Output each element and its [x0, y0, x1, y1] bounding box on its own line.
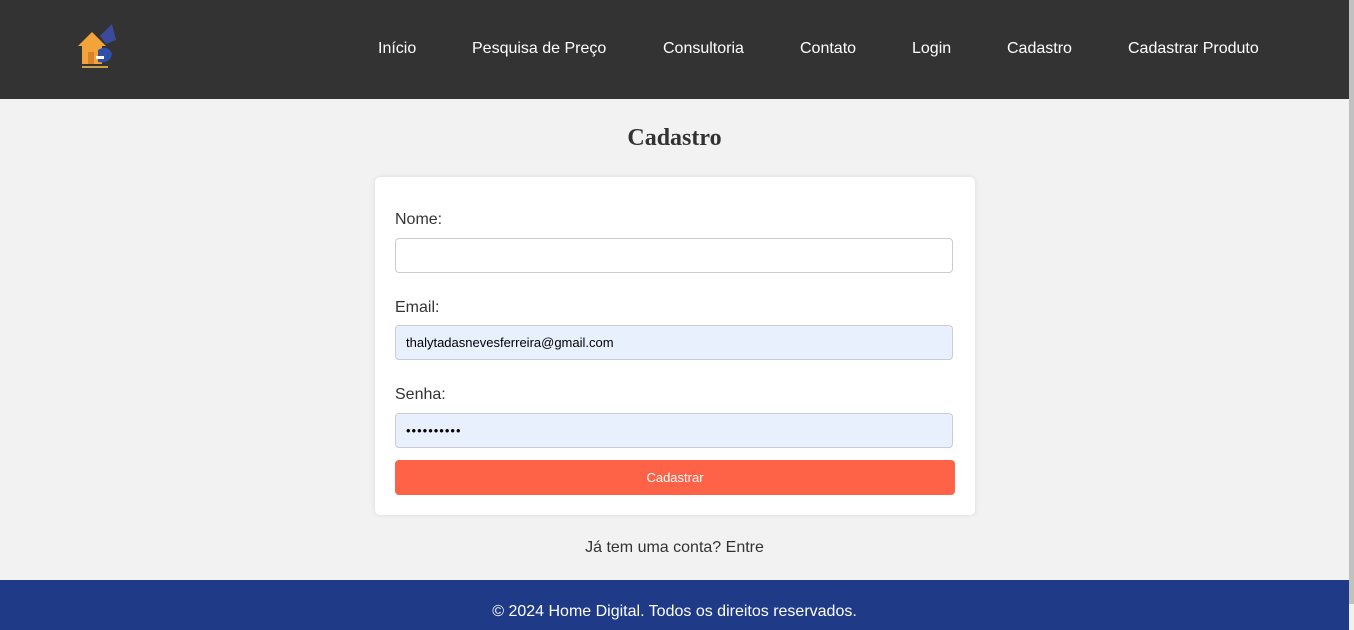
- footer: © 2024 Home Digital. Todos os direitos r…: [0, 580, 1349, 630]
- cadastrar-button[interactable]: Cadastrar: [395, 460, 955, 495]
- name-label: Nome:: [395, 211, 443, 228]
- footer-text: © 2024 Home Digital. Todos os direitos r…: [492, 603, 857, 620]
- nav-link-cadastrar-produto[interactable]: Cadastrar Produto: [1128, 39, 1259, 59]
- nav-link-inicio[interactable]: Início: [378, 39, 416, 59]
- scrollbar-thumb[interactable]: [1349, 0, 1354, 604]
- page-title: Cadastro: [627, 125, 722, 151]
- email-input[interactable]: [395, 325, 953, 360]
- login-link[interactable]: Entre: [726, 539, 764, 556]
- nav-link-pesquisa-de-preco[interactable]: Pesquisa de Preço: [472, 39, 606, 59]
- login-prompt-text: Já tem uma conta?: [585, 539, 722, 556]
- nav-link-login[interactable]: Login: [912, 39, 951, 59]
- password-label: Senha:: [395, 386, 446, 403]
- home-digital-logo[interactable]: [76, 22, 118, 70]
- signup-form: Nome: Email: Senha: Cadastrar: [375, 177, 975, 515]
- login-prompt: Já tem uma conta? Entre: [0, 538, 1349, 558]
- nav-link-cadastro[interactable]: Cadastro: [1007, 39, 1072, 59]
- navbar: Início Pesquisa de Preço Consultoria Con…: [0, 0, 1349, 99]
- email-label: Email:: [395, 299, 440, 316]
- name-input[interactable]: [395, 238, 953, 273]
- password-input[interactable]: [395, 413, 953, 448]
- nav-link-contato[interactable]: Contato: [800, 39, 856, 59]
- nav-link-consultoria[interactable]: Consultoria: [663, 39, 744, 59]
